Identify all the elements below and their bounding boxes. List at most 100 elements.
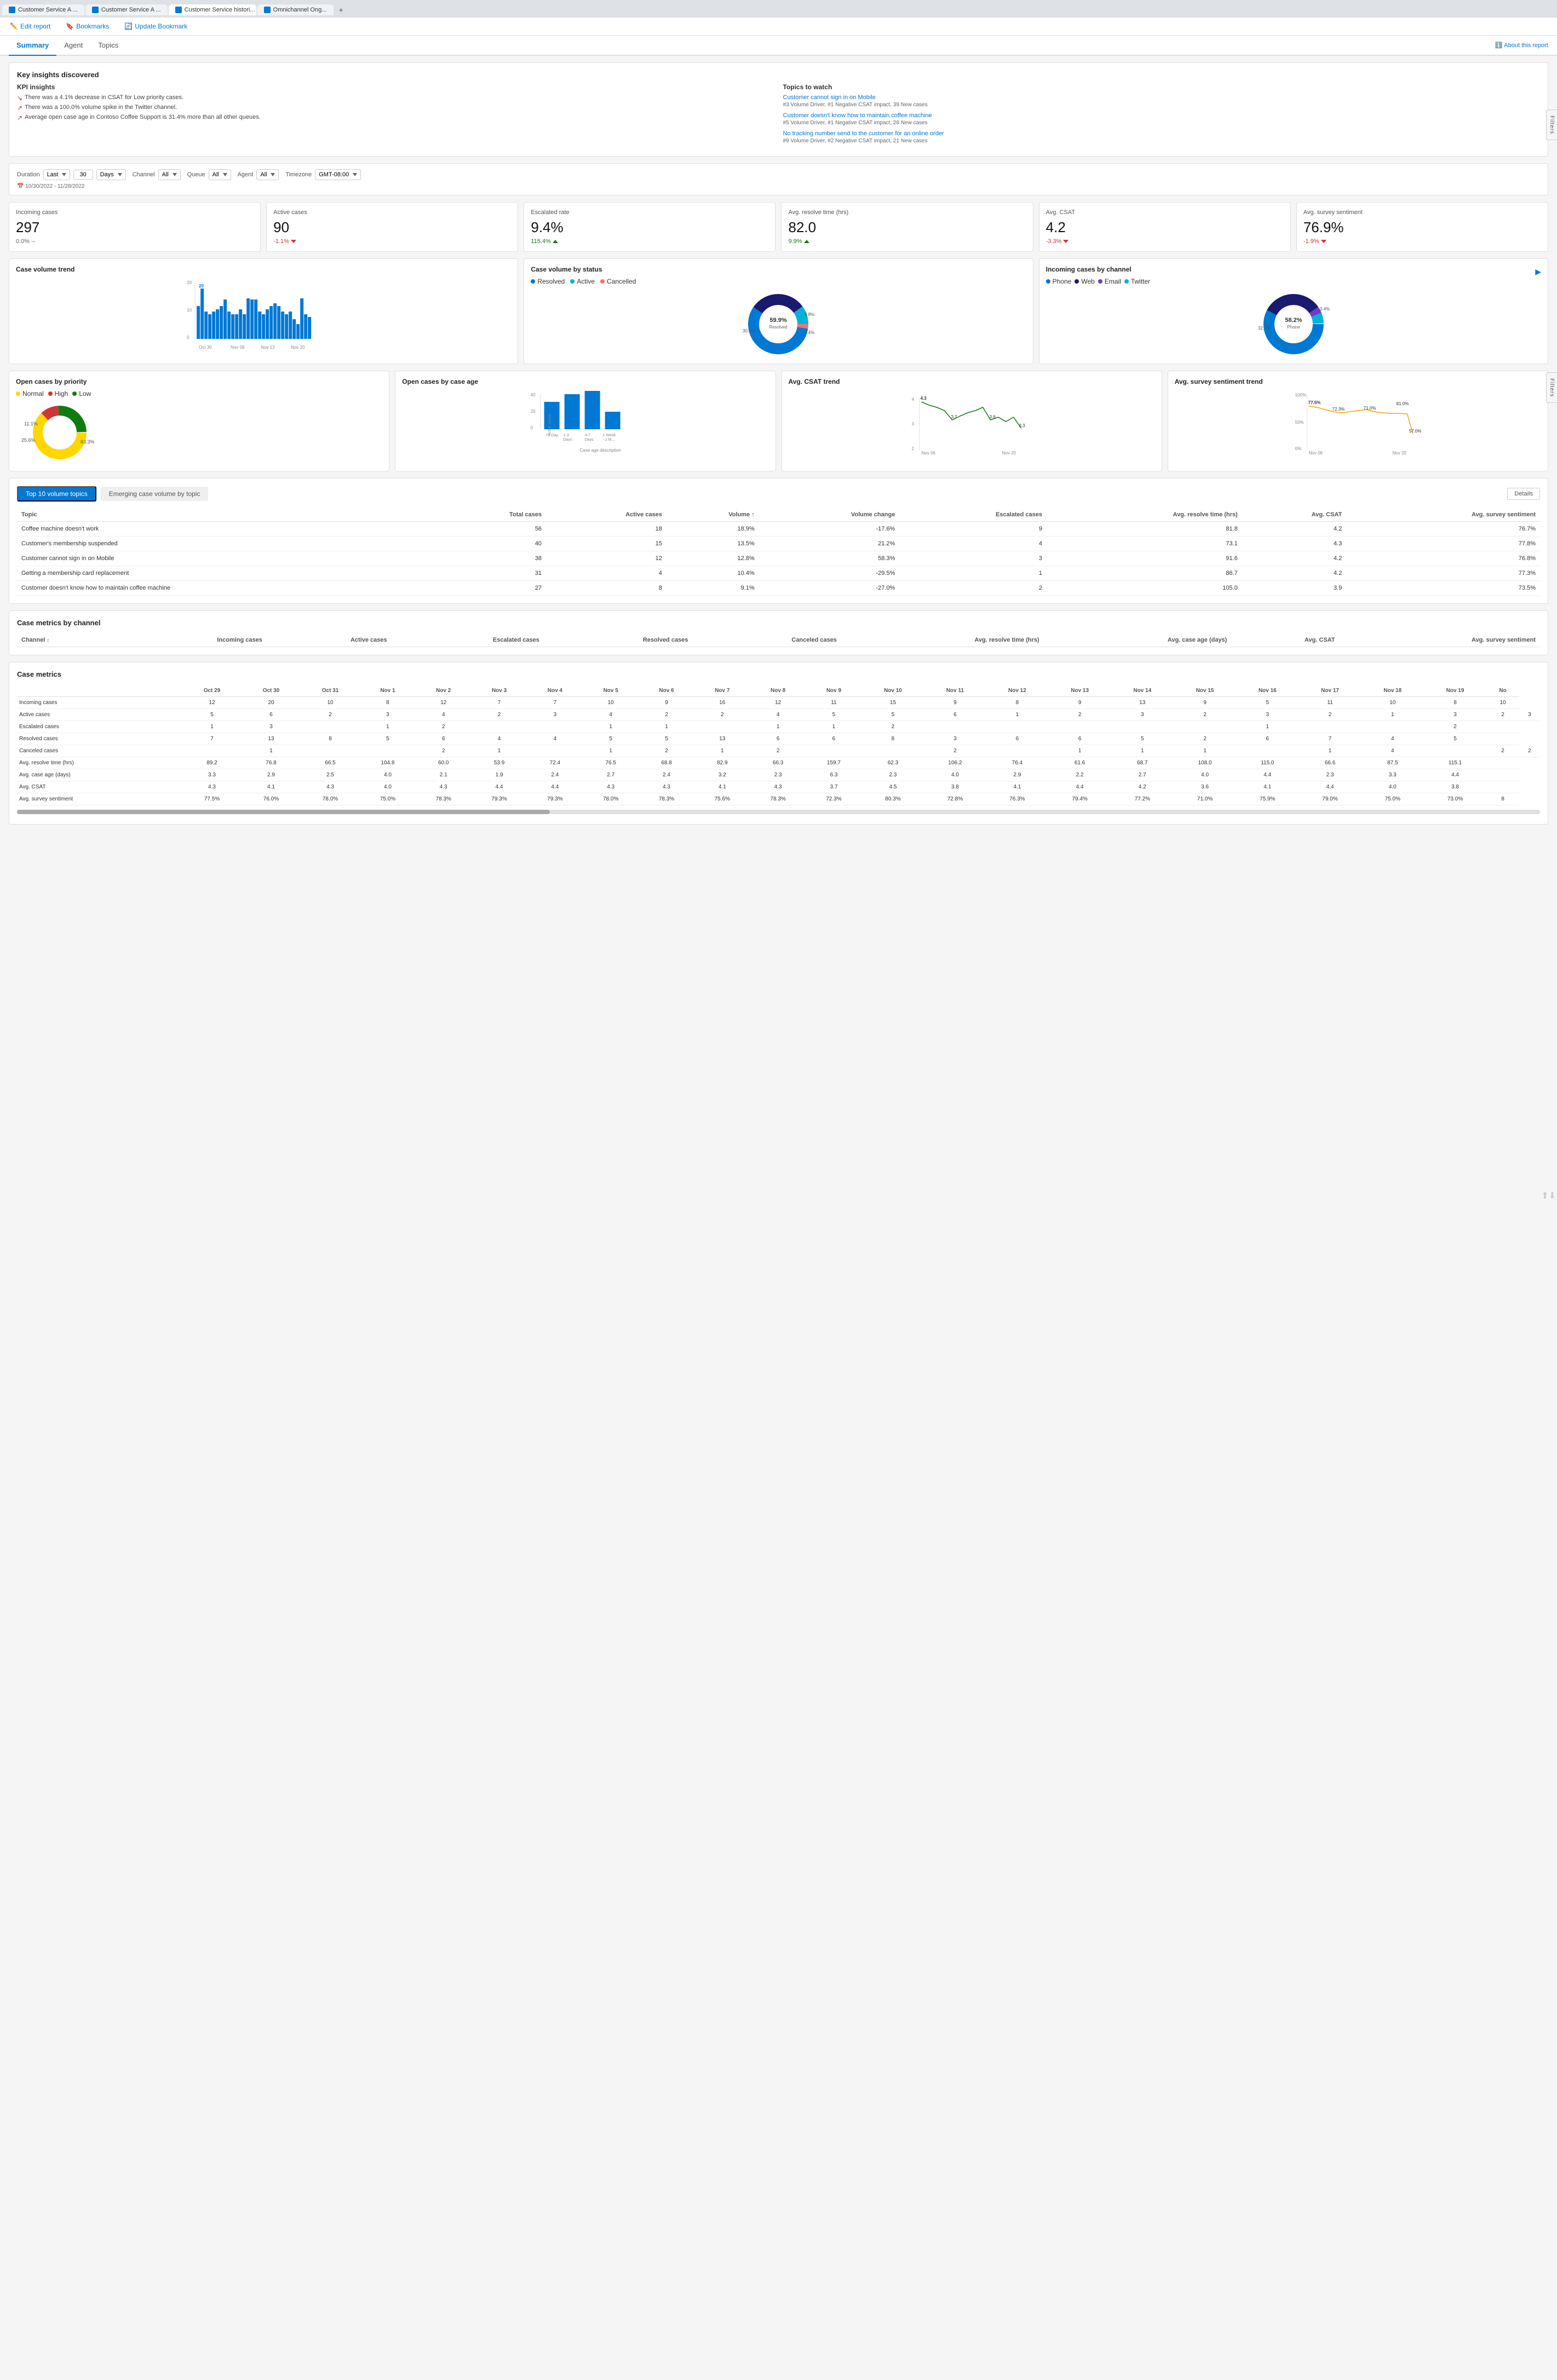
svg-text:58.2%: 58.2% (1285, 317, 1302, 324)
channel-metrics-table: Channel ↕ Incoming cases Active cases Es… (17, 633, 1540, 647)
agent-select[interactable]: All (256, 169, 279, 180)
duration-select[interactable]: Last (43, 169, 70, 180)
cm-cell-0-16: 13 (1111, 697, 1174, 709)
cm-cell-8-18: 75.9% (1236, 793, 1299, 805)
filters-side-btn-top[interactable]: Filters (1546, 110, 1557, 140)
timezone-filter: Timezone GMT-08:00 (285, 169, 361, 180)
cm-col-nov15: Nov 15 (1174, 685, 1236, 697)
cm-cell-4-9: 1 (694, 745, 750, 757)
tab-topics[interactable]: Topics (90, 36, 126, 56)
col-volume[interactable]: Volume ↑ (667, 508, 759, 522)
topic-volchange-1: 21.2% (759, 537, 900, 551)
cm-cell-3-19: 7 (1299, 733, 1361, 745)
cm-cell-1-0: 5 (182, 709, 242, 721)
ch-col-canceled: Canceled cases (692, 633, 841, 647)
phone-dot (1046, 279, 1050, 284)
case-volume-trend-svg: 20 10 0 (16, 278, 511, 354)
timezone-label: Timezone (285, 171, 312, 178)
svg-text:4.3: 4.3 (920, 396, 927, 401)
duration-number-input[interactable] (73, 170, 93, 180)
cm-cell-1-21: 3 (1424, 709, 1486, 721)
about-report-link[interactable]: ℹ️ About this report (1495, 42, 1548, 49)
cm-cell-1-7: 4 (583, 709, 639, 721)
topic-link-1[interactable]: Customer cannot sign in on Mobile (783, 94, 1541, 101)
duration-unit-select[interactable]: Days (96, 169, 126, 180)
bookmark-icon: 🔖 (66, 22, 74, 30)
topic-total-2: 38 (436, 551, 546, 566)
svg-text:10: 10 (187, 308, 192, 313)
svg-text:4: 4 (911, 397, 914, 402)
topic-link-3[interactable]: No tracking number send to the customer … (783, 130, 1541, 137)
cm-cell-5-4: 60.0 (416, 757, 472, 769)
ch-col-resolved: Resolved cases (544, 633, 693, 647)
metrics-scrollbar[interactable] (17, 808, 1540, 816)
cm-cell-4-1: 1 (242, 745, 301, 757)
edit-report-button[interactable]: ✏️ Edit report (7, 21, 54, 32)
new-tab-button[interactable]: + (335, 3, 348, 16)
filters-side-panel-bottom: Filters (1546, 372, 1557, 403)
browser-tab-2[interactable]: Customer Service A ... (85, 4, 168, 15)
queue-select[interactable]: All (209, 169, 231, 180)
cm-cell-5-22 (1486, 757, 1519, 769)
topic-volume-1: 13.5% (667, 537, 759, 551)
cm-row-1: Active cases562342342245561232321323 (17, 709, 1540, 721)
filters-side-label-top: Filters (1549, 116, 1555, 134)
cm-cell-8-9: 75.6% (694, 793, 750, 805)
topics-tabs: Top 10 volume topics Emerging case volum… (17, 486, 208, 502)
cm-cell-8-11: 72.3% (806, 793, 862, 805)
emerging-tab[interactable]: Emerging case volume by topic (101, 487, 209, 501)
cm-cell-8-5: 79.3% (472, 793, 527, 805)
cm-col-nov13: Nov 13 (1049, 685, 1111, 697)
cm-cell-3-6: 4 (527, 733, 583, 745)
cm-cell-6-21: 4.4 (1424, 769, 1486, 781)
details-button[interactable]: Details (1507, 488, 1540, 500)
cm-cell-0-12: 15 (861, 697, 924, 709)
browser-tab-3[interactable]: Customer Service histori... ✕ (169, 4, 256, 15)
case-metrics-by-channel-section: Case metrics by channel Channel ↕ Incomi… (9, 610, 1548, 655)
cm-cell-5-14: 76.4 (986, 757, 1048, 769)
cm-cell-8-22: 8 (1486, 793, 1519, 805)
update-bookmark-button[interactable]: 🔄 Update Bookmark (121, 21, 191, 32)
filters-side-btn-bottom[interactable]: Filters (1546, 372, 1557, 403)
topic-link-2[interactable]: Customer doesn't know how to maintain co… (783, 112, 1541, 119)
bookmarks-button[interactable]: 🔖 Bookmarks (62, 21, 112, 32)
col-topic: Topic (17, 508, 436, 522)
svg-text:25.6%: 25.6% (21, 437, 36, 443)
kpi-avg-csat: Avg. CSAT 4.2 -3.3% (1039, 202, 1291, 252)
cm-col-nov1: Nov 1 (360, 685, 416, 697)
cm-row-7: Avg. CSAT4.34.14.34.04.34.44.44.34.34.14… (17, 781, 1540, 793)
channel-expand-icon[interactable]: ▶ (1535, 267, 1541, 276)
donut-channel-container: 58.2% Phone 32.7% 3.4% (1046, 291, 1541, 357)
cm-label-7: Avg. CSAT (17, 781, 182, 793)
low-dot (72, 391, 77, 396)
queue-label: Queue (187, 171, 205, 178)
kpi-label-5: Avg. survey sentiment (1303, 209, 1541, 216)
channel-label: Channel (133, 171, 155, 178)
tab-agent[interactable]: Agent (56, 36, 90, 56)
cm-cell-7-1: 4.1 (242, 781, 301, 793)
cm-cell-8-19: 79.0% (1299, 793, 1361, 805)
low-label: Low (79, 390, 91, 397)
cm-cell-6-20: 3.3 (1361, 769, 1424, 781)
case-volume-status-title: Case volume by status (531, 266, 1026, 273)
timezone-select[interactable]: GMT-08:00 (315, 169, 361, 180)
topic-row-4: Customer doesn't know how to maintain co… (17, 581, 1540, 596)
top10-tab[interactable]: Top 10 volume topics (17, 486, 96, 502)
cm-label-1: Active cases (17, 709, 182, 721)
browser-tab-4[interactable]: Omnichannel Ong... (257, 4, 334, 15)
legend-high: High (48, 390, 68, 397)
filters-card: Duration Last Days Channel All Queue All (9, 163, 1548, 195)
legend-resolved: Resolved (531, 278, 565, 285)
cm-cell-7-21: 3.8 (1424, 781, 1486, 793)
case-metrics-wrapper[interactable]: Oct 29 Oct 30 Oct 31 Nov 1 Nov 2 Nov 3 N… (17, 685, 1540, 805)
tab-summary[interactable]: Summary (9, 36, 56, 56)
kpi-change-1: -1.1% (273, 238, 511, 245)
cm-cell-4-7: 1 (583, 745, 639, 757)
cm-cell-3-4: 6 (416, 733, 472, 745)
browser-tab-1[interactable]: Customer Service A ... (2, 4, 84, 15)
cm-cell-7-0: 4.3 (182, 781, 242, 793)
channel-select[interactable]: All (158, 169, 181, 180)
cm-cell-2-20 (1361, 721, 1424, 733)
topic-total-1: 40 (436, 537, 546, 551)
svg-text:1 Week: 1 Week (603, 434, 616, 437)
